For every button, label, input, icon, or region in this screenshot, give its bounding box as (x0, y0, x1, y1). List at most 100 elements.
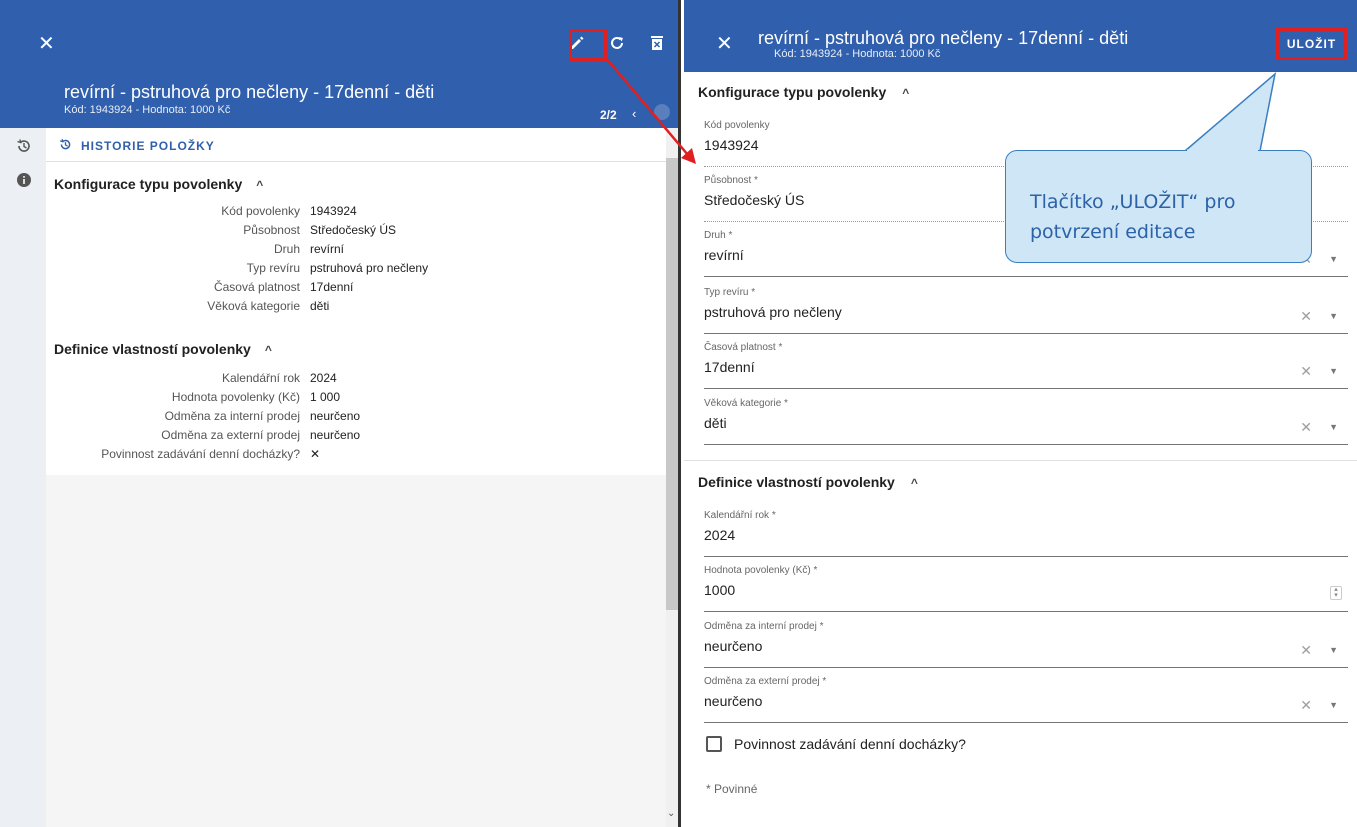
detail-header: ✕ revírní - pstruhová pro nečleny - 17de… (0, 0, 678, 128)
field-label: Hodnota povolenky (Kč) (171, 390, 300, 404)
dropdown-icon[interactable]: ▼ (1329, 311, 1338, 321)
form-field[interactable]: Odměna za externí prodej * neurčeno ✕ ▼ (704, 676, 1348, 728)
edit-header: ✕ revírní - pstruhová pro nečleny - 17de… (684, 0, 1357, 72)
field-value[interactable]: pstruhová pro nečleny (704, 304, 1348, 320)
chevron-left-icon[interactable]: ‹ (632, 106, 636, 121)
clear-icon[interactable]: ✕ (1300, 697, 1312, 714)
section-divider (684, 460, 1357, 461)
field-label: Věková kategorie * (704, 398, 788, 409)
section-title-text: Definice vlastností povolenky (698, 474, 895, 490)
form-field[interactable]: Typ revíru * pstruhová pro nečleny ✕ ▼ (704, 287, 1348, 339)
field-label: Hodnota povolenky (Kč) * (704, 565, 818, 576)
dropdown-icon[interactable]: ▼ (1329, 700, 1338, 710)
chevron-up-icon[interactable]: ^ (256, 178, 263, 192)
field-label: Časová platnost * (704, 342, 783, 353)
field-label: Odměna za externí prodej (161, 428, 300, 442)
edit-title: revírní - pstruhová pro nečleny - 17denn… (758, 28, 1129, 48)
section-title-definition[interactable]: Definice vlastností povolenky ^ (698, 474, 918, 490)
field-value: děti (310, 299, 330, 313)
clear-icon[interactable]: ✕ (1300, 363, 1312, 380)
clear-icon[interactable]: ✕ (1300, 642, 1312, 659)
field-value[interactable]: neurčeno (704, 693, 1348, 709)
field-underline (704, 667, 1348, 668)
field-label: Odměna za externí prodej * (704, 676, 827, 687)
field-value: 17denní (310, 280, 354, 294)
delete-icon[interactable] (648, 34, 666, 52)
edit-highlight-box (569, 29, 607, 61)
field-value: 2024 (310, 371, 337, 385)
form-field[interactable]: Kalendářní rok * 2024 (704, 510, 1348, 562)
field-value: ✕ (310, 447, 321, 461)
history-label: HISTORIE POLOŽKY (81, 139, 215, 153)
dropdown-icon[interactable]: ▼ (1329, 254, 1338, 264)
field-label: Časová platnost (213, 280, 300, 294)
field-value: neurčeno (310, 428, 361, 442)
field-value[interactable]: 2024 (704, 527, 1348, 543)
field-value[interactable]: děti (704, 415, 1348, 431)
history-icon[interactable] (16, 138, 32, 154)
clear-icon[interactable]: ✕ (1300, 308, 1312, 325)
close-icon[interactable]: ✕ (38, 34, 55, 54)
section-title-config[interactable]: Konfigurace typu povolenky ^ (698, 84, 909, 100)
field-label: Působnost (243, 223, 300, 237)
field-value[interactable]: 17denní (704, 359, 1348, 375)
section-title-text: Konfigurace typu povolenky (54, 176, 243, 192)
field-underline (704, 276, 1348, 277)
callout-box: Tlačítko „ULOŽIT“ pro potvrzení editace (1005, 150, 1312, 263)
dropdown-icon[interactable]: ▼ (1329, 366, 1338, 376)
edit-subtitle: Kód: 1943924 - Hodnota: 1000 Kč (774, 48, 941, 60)
scrollbar[interactable]: ⌄ (666, 128, 678, 827)
field-value: pstruhová pro nečleny (310, 261, 429, 275)
field-value: Středočeský ÚS (310, 223, 397, 237)
callout-text: Tlačítko „ULOŽIT“ pro potvrzení editace (1030, 191, 1236, 243)
pager-indicator: 2/2 (600, 108, 617, 122)
field-label: Věková kategorie (207, 299, 300, 313)
field-value[interactable]: neurčeno (704, 638, 1348, 654)
side-rail (0, 128, 46, 827)
edit-panel: ✕ revírní - pstruhová pro nečleny - 17de… (684, 0, 1357, 827)
field-label: Povinnost zadávání denní docházky? (101, 447, 300, 461)
form-field[interactable]: Věková kategorie * děti ✕ ▼ (704, 398, 1348, 450)
scrollbar-thumb[interactable] (666, 158, 678, 610)
field-label: Kód povolenky (221, 204, 300, 218)
close-icon[interactable]: ✕ (716, 34, 733, 54)
clear-icon[interactable]: ✕ (1300, 419, 1312, 436)
chevron-up-icon[interactable]: ^ (902, 86, 909, 100)
form-field[interactable]: Časová platnost * 17denní ✕ ▼ (704, 342, 1348, 394)
detail-subtitle: Kód: 1943924 - Hodnota: 1000 Kč (64, 104, 231, 116)
detail-content: HISTORIE POLOŽKY Konfigurace typu povole… (46, 128, 666, 475)
detail-panel: ✕ revírní - pstruhová pro nečleny - 17de… (0, 0, 681, 827)
history-button[interactable]: HISTORIE POLOŽKY (46, 128, 666, 162)
field-label: Odměna za interní prodej * (704, 621, 824, 632)
form-field[interactable]: Odměna za interní prodej * neurčeno ✕ ▼ (704, 621, 1348, 673)
dropdown-icon[interactable]: ▼ (1329, 645, 1338, 655)
history-icon (59, 138, 72, 156)
field-label: Odměna za interní prodej (164, 409, 300, 423)
field-label: Kalendářní rok * (704, 510, 776, 521)
stepper-icon[interactable]: ▴ ▾ (1330, 586, 1342, 600)
chevron-up-icon[interactable]: ^ (911, 476, 918, 490)
attendance-checkbox-row[interactable]: Povinnost zadávání denní docházky? (706, 736, 966, 752)
form-field[interactable]: Hodnota povolenky (Kč) * 1000 ▴ ▾ (704, 565, 1348, 617)
field-value: revírní (310, 242, 345, 256)
chevron-right-icon[interactable] (654, 104, 670, 120)
field-label: Typ revíru * (704, 287, 756, 298)
field-value[interactable]: 1000 (704, 582, 1348, 598)
field-underline (704, 556, 1348, 557)
chevron-up-icon[interactable]: ^ (265, 343, 272, 357)
section-title-config[interactable]: Konfigurace typu povolenky ^ (54, 176, 263, 192)
chevron-down-icon[interactable]: ⌄ (667, 808, 675, 819)
field-value: neurčeno (310, 409, 361, 423)
section-title-text: Definice vlastností povolenky (54, 341, 251, 357)
refresh-icon[interactable] (608, 34, 626, 52)
save-button[interactable]: ULOŽIT (1276, 28, 1347, 60)
section-title-definition[interactable]: Definice vlastností povolenky ^ (54, 341, 272, 357)
info-icon[interactable] (16, 172, 32, 188)
field-underline (704, 388, 1348, 389)
attendance-checkbox-label: Povinnost zadávání denní docházky? (734, 736, 966, 752)
dropdown-icon[interactable]: ▼ (1329, 422, 1338, 432)
detail-title: revírní - pstruhová pro nečleny - 17denn… (64, 82, 435, 102)
field-value: 1 000 (310, 390, 341, 404)
attendance-checkbox[interactable] (706, 736, 722, 752)
required-note: * Povinné (706, 782, 758, 796)
